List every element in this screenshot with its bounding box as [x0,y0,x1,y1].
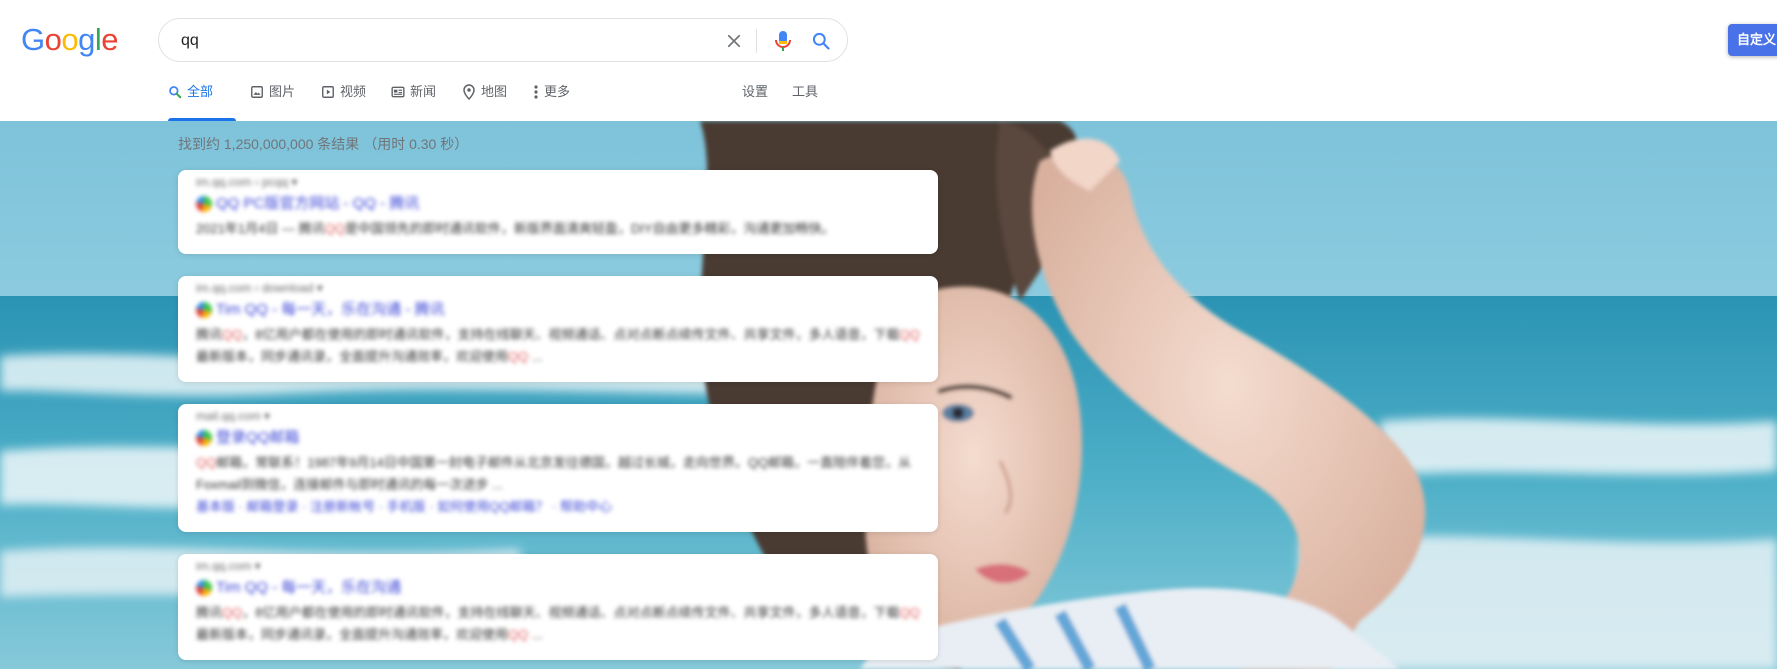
microphone-icon[interactable] [771,29,795,53]
logo-letter: o [61,22,79,57]
result-url[interactable]: mail.qq.com ▾ [196,408,920,424]
customize-button[interactable]: 自定义 [1728,24,1777,56]
search-result: mail.qq.com ▾ 登录QQ邮箱 QQ邮箱，常联系！1987年9月14日… [178,404,938,532]
search-result: im.qq.com ▾ Tim QQ - 每一天，乐在沟通 腾讯QQ，8亿用户都… [178,554,938,660]
search-icon[interactable] [809,29,833,53]
snippet-part: 邮箱，常联系！1987年9月14日中国第一封电子邮件从北京发往德国，越过长城，走… [196,455,912,492]
favicon-icon [196,430,212,446]
tools-link[interactable]: 工具 [792,84,818,121]
tab-label: 图片 [269,84,296,99]
snippet-highlight: QQ [899,327,920,342]
snippet-highlight: QQ [899,605,920,620]
result-url[interactable]: im.qq.com ▾ [196,558,920,574]
logo-letter: o [44,22,62,57]
search-header: Google 全部 [0,0,1777,121]
snippet-highlight: QQ [324,221,345,236]
search-result: im.qq.com › download ▾ Tim QQ - 每一天，乐在沟通… [178,276,938,382]
snippet-highlight: QQ [196,455,217,470]
close-icon[interactable] [722,29,746,53]
tab-more[interactable]: 更多 [533,84,570,121]
result-snippet: 2021年1月4日 — 腾讯QQ是中国领先的即时通讯软件，新版界面清爽轻盈，DI… [196,218,920,240]
search-result: im.qq.com › pcqq ▾ QQ PC版官方网站 - QQ - 腾讯 … [178,170,938,254]
snippet-part: 腾讯 [196,605,223,620]
tab-news[interactable]: 新闻 [391,84,436,121]
search-icon [168,84,182,100]
logo-letter: e [101,22,119,57]
snippet-part: ... [528,627,543,642]
result-stats: 找到约 1,250,000,000 条结果 （用时 0.30 秒） [178,136,469,152]
snippet-part: ，8亿用户都在使用的即时通讯软件，支持在线聊天、视频通话、点对点断点续传文件、共… [242,327,900,342]
map-pin-icon [462,84,476,100]
snippet-part: 腾讯 [196,327,223,342]
tab-videos[interactable]: 视频 [321,84,366,121]
snippet-part: 是中国领先的即时通讯软件，新版界面清爽轻盈，DIY自由更多精彩，沟通更加畅快。 [344,221,835,236]
result-title: Tim QQ - 每一天，乐在沟通 [216,579,402,596]
snippet-part: 2021年1月4日 — 腾讯 [196,221,325,236]
favicon-icon [196,302,212,318]
tools-label: 工具 [792,84,819,99]
tab-maps[interactable]: 地图 [462,84,507,121]
snippet-part: ，8亿用户都在使用的即时通讯软件，支持在线聊天、视频通话、点对点断点续传文件、共… [242,605,900,620]
sitelinks[interactable]: 基本版 · 邮箱登录 · 注册新帐号 · 手机版 · 如何使用QQ邮箱？ · 帮… [196,496,920,518]
result-title-link[interactable]: Tim QQ - 每一天，乐在沟通 - 腾讯 [196,300,920,320]
snippet-highlight: QQ [508,627,529,642]
tab-label: 更多 [544,84,571,99]
result-url[interactable]: im.qq.com › pcqq ▾ [196,174,920,190]
result-snippet: 腾讯QQ，8亿用户都在使用的即时通讯软件，支持在线聊天、视频通话、点对点断点续传… [196,602,920,646]
tab-label: 新闻 [410,84,437,99]
search-input[interactable] [179,29,703,53]
snippet-highlight: QQ [508,349,529,364]
video-icon [321,84,335,100]
settings-label: 设置 [742,84,769,99]
settings-link[interactable]: 设置 [742,84,768,121]
tab-label: 视频 [340,84,367,99]
news-icon [391,84,405,100]
snippet-highlight: QQ [222,605,243,620]
logo-letter: g [78,22,95,57]
favicon-icon [196,196,212,212]
result-title-link[interactable]: QQ PC版官方网站 - QQ - 腾讯 [196,194,920,214]
result-snippet: QQ邮箱，常联系！1987年9月14日中国第一封电子邮件从北京发往德国，越过长城… [196,452,920,496]
result-title-link[interactable]: Tim QQ - 每一天，乐在沟通 [196,578,920,598]
snippet-highlight: QQ [222,327,243,342]
favicon-icon [196,580,212,596]
tab-all[interactable]: 全部 [168,84,236,121]
snippet-part: ... [528,349,543,364]
result-url[interactable]: im.qq.com › download ▾ [196,280,920,296]
result-title: QQ PC版官方网站 - QQ - 腾讯 [216,195,420,212]
tab-images[interactable]: 图片 [250,84,295,121]
search-divider [756,29,757,53]
google-logo[interactable]: Google [21,22,119,58]
result-snippet: 腾讯QQ，8亿用户都在使用的即时通讯软件，支持在线聊天、视频通话、点对点断点续传… [196,324,920,368]
result-title: 登录QQ邮箱 [216,429,300,446]
tab-label: 地图 [481,84,508,99]
more-vert-icon [533,84,539,100]
snippet-part: 最新版本，同步通讯录，全面提升沟通效率，欢迎使用 [196,349,509,364]
logo-letter: G [21,22,45,57]
result-title-link[interactable]: 登录QQ邮箱 [196,428,920,448]
search-box [158,18,848,62]
result-title: Tim QQ - 每一天，乐在沟通 - 腾讯 [216,301,445,318]
snippet-part: 最新版本，同步通讯录，全面提升沟通效率，欢迎使用 [196,627,509,642]
image-icon [250,84,264,100]
tab-label: 全部 [187,84,214,99]
